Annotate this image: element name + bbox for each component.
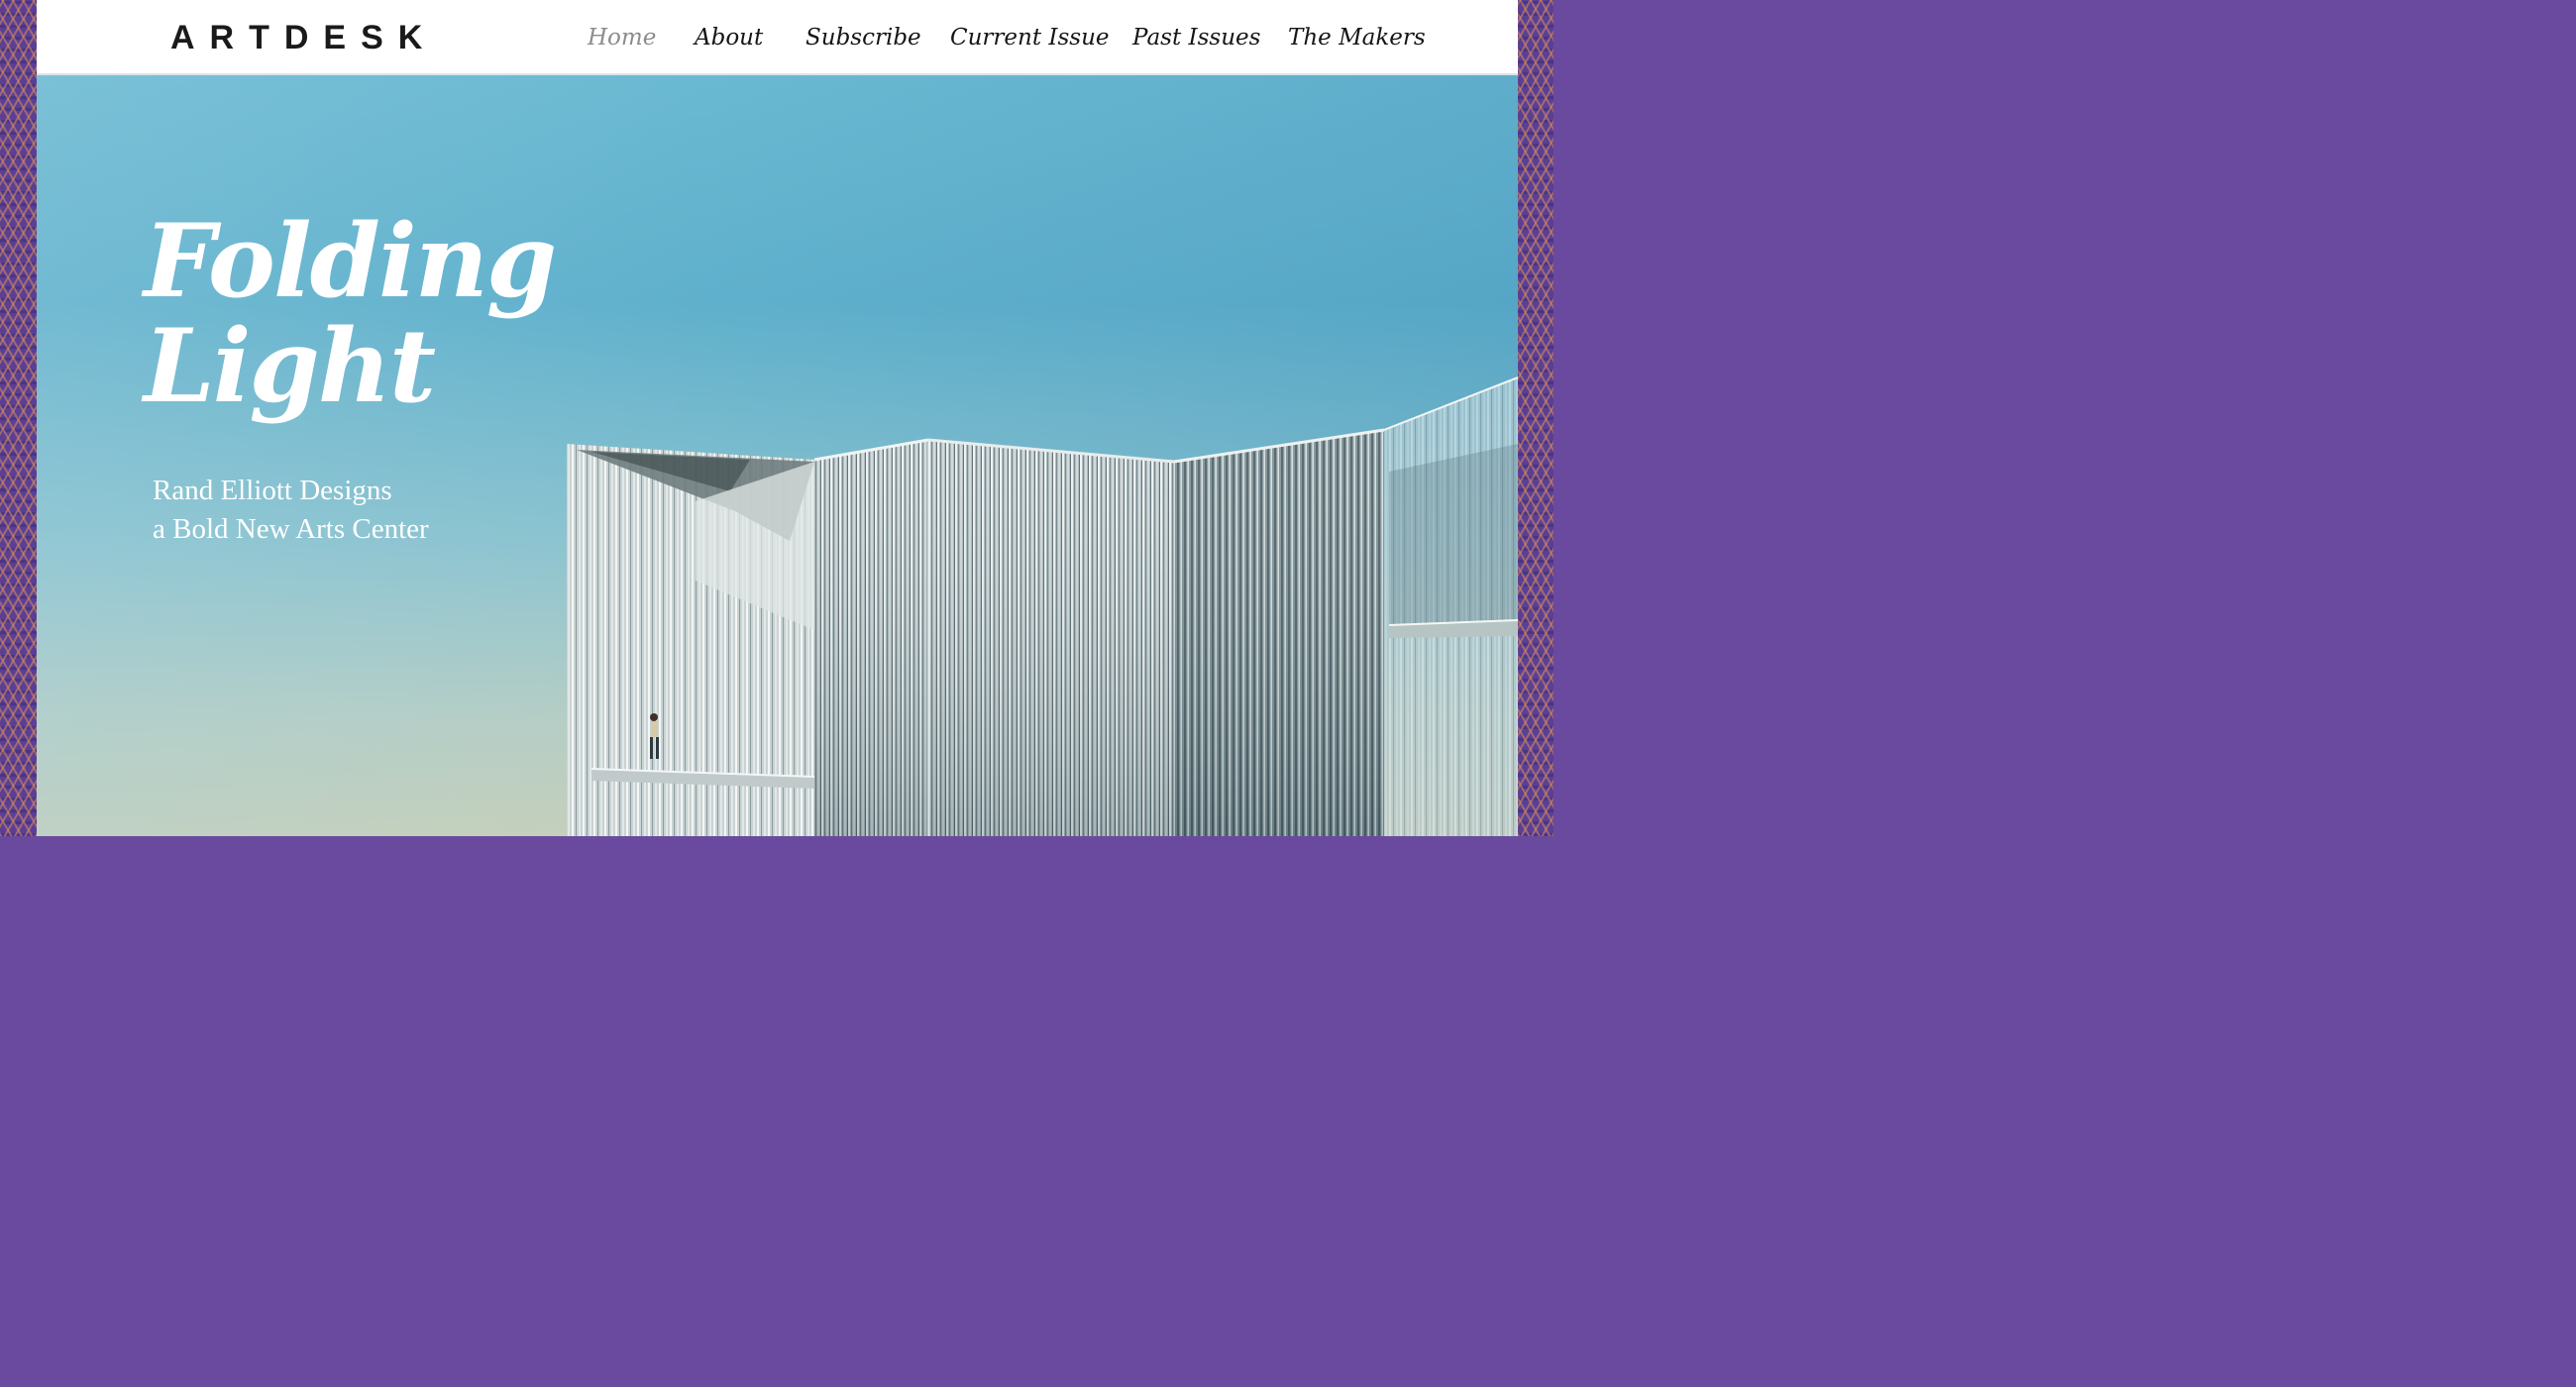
person-figure — [651, 721, 658, 737]
hero-title-line-2: Light — [144, 307, 436, 426]
decorative-border-right — [1518, 0, 1554, 836]
hero-subtitle[interactable]: Rand Elliott Designs a Bold New Arts Cen… — [153, 472, 569, 549]
site-header: ARTDESK Home About Subscribe Current Iss… — [37, 0, 1518, 75]
decorative-border-left — [0, 0, 37, 836]
hero-subtitle-line-1: Rand Elliott Designs — [153, 475, 392, 506]
building-center — [813, 438, 1175, 836]
nav-past-issues[interactable]: Past Issues — [1132, 22, 1260, 53]
hero-banner[interactable]: Folding Light Rand Elliott Designs a Bol… — [37, 75, 1518, 836]
building-photo — [567, 376, 1518, 836]
page-frame: ARTDESK Home About Subscribe Current Iss… — [37, 0, 1518, 836]
nav-the-makers[interactable]: The Makers — [1288, 22, 1426, 53]
nav-home[interactable]: Home — [588, 22, 656, 53]
building-right-wing — [1173, 376, 1518, 836]
nav-about[interactable]: About — [695, 22, 763, 53]
nav-current-issue[interactable]: Current Issue — [950, 22, 1110, 53]
building-left-wing — [567, 444, 815, 836]
hero-title[interactable]: Folding Light — [144, 209, 659, 419]
hero-subtitle-line-2: a Bold New Arts Center — [153, 513, 429, 545]
nav-subscribe[interactable]: Subscribe — [805, 22, 921, 53]
main-nav: Home About Subscribe Current Issue Past … — [37, 0, 1518, 75]
hero-title-line-1: Folding — [144, 202, 557, 321]
